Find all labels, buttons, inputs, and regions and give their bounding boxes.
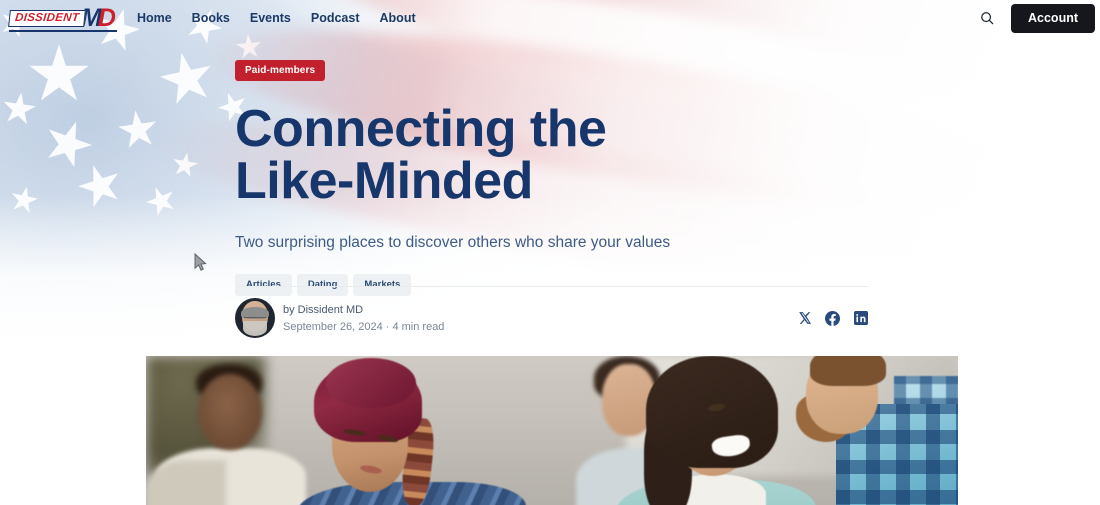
feature-person-two-hair-top bbox=[326, 358, 416, 408]
nav-item-events[interactable]: Events bbox=[250, 11, 291, 25]
tag-dating[interactable]: Dating bbox=[296, 274, 349, 296]
linkedin-icon[interactable] bbox=[853, 311, 868, 326]
search-icon[interactable] bbox=[977, 8, 997, 28]
byline-divider bbox=[235, 286, 868, 287]
byline-text: by Dissident MD September 26, 2024 · 4 m… bbox=[283, 303, 444, 334]
page-root: DISSIDENT MD Home Books Events Podcast A… bbox=[0, 0, 1100, 505]
status-badge: Paid-members bbox=[235, 60, 326, 81]
nav-item-about[interactable]: About bbox=[380, 11, 416, 25]
hero-content: Paid-members Connecting the Like-Minded … bbox=[235, 60, 895, 296]
article-feature-image bbox=[146, 356, 958, 505]
page-title: Connecting the Like-Minded bbox=[235, 100, 607, 210]
feature-person-left-head bbox=[198, 374, 262, 450]
article-byline: by Dissident MD September 26, 2024 · 4 m… bbox=[235, 298, 868, 338]
site-header: DISSIDENT MD Home Books Events Podcast A… bbox=[0, 0, 1100, 36]
header-actions: Account bbox=[977, 3, 1100, 33]
author-name[interactable]: by Dissident MD bbox=[283, 303, 444, 317]
site-logo[interactable]: DISSIDENT MD bbox=[8, 4, 117, 32]
article-meta: September 26, 2024 · 4 min read bbox=[283, 320, 445, 333]
tag-articles[interactable]: Articles bbox=[235, 274, 292, 296]
feature-person-five-hair bbox=[810, 356, 886, 386]
logo-md-mark: MD bbox=[81, 4, 116, 32]
avatar-beard bbox=[243, 321, 267, 336]
tag-markets[interactable]: Markets bbox=[353, 274, 412, 296]
facebook-icon[interactable] bbox=[825, 310, 840, 326]
logo-underline bbox=[9, 30, 117, 32]
page-subtitle: Two surprising places to discover others… bbox=[235, 234, 671, 251]
nav-item-books[interactable]: Books bbox=[192, 11, 230, 25]
feature-person-four-hair bbox=[646, 356, 778, 468]
social-share-list bbox=[797, 310, 868, 326]
main-navigation: Home Books Events Podcast About bbox=[137, 11, 416, 25]
avatar[interactable] bbox=[235, 298, 275, 338]
nav-item-home[interactable]: Home bbox=[137, 11, 172, 25]
account-button[interactable]: Account bbox=[1011, 3, 1095, 33]
x-twitter-icon[interactable] bbox=[797, 311, 812, 326]
nav-item-podcast[interactable]: Podcast bbox=[311, 11, 360, 25]
logo-letter-d: D bbox=[97, 4, 116, 32]
tag-list: Articles Dating Markets bbox=[235, 274, 895, 296]
logo-wordmark: DISSIDENT bbox=[8, 9, 86, 27]
